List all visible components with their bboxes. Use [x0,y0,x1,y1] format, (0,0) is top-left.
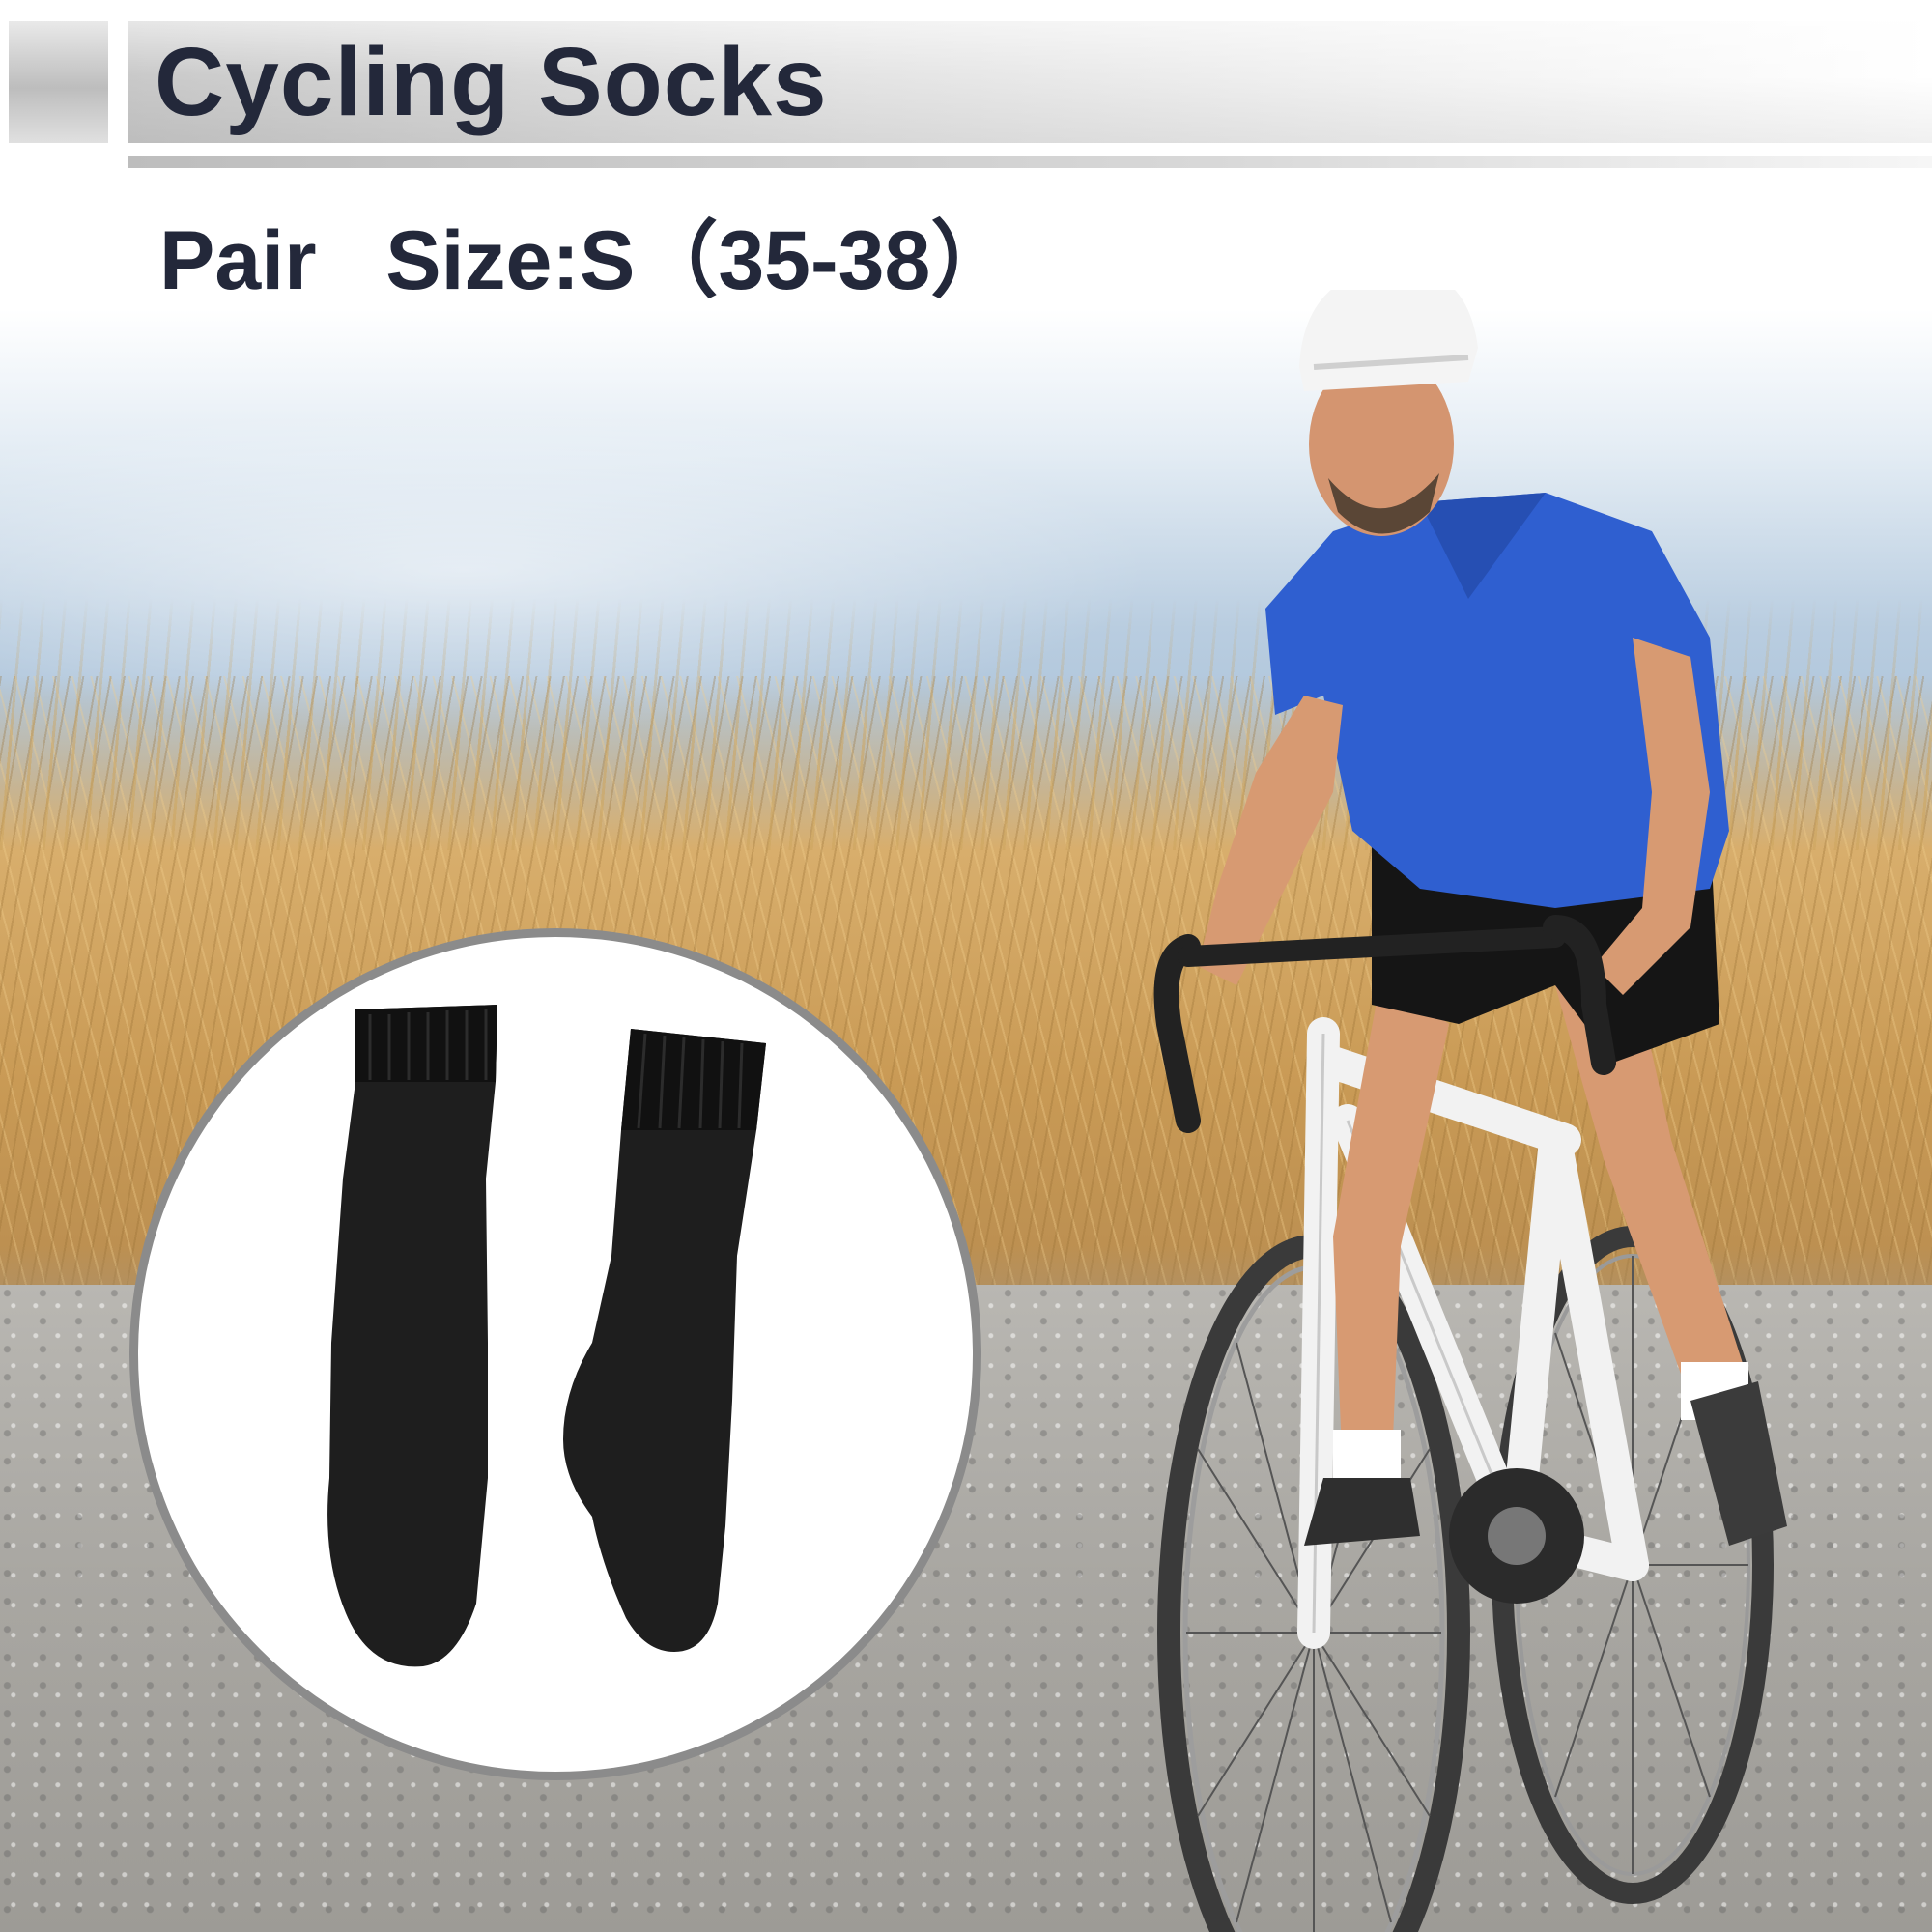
product-inset-circle [129,928,981,1780]
header-underline [128,156,1932,168]
size-label: Pair Size:S（35-38） [159,214,1014,307]
cyclist-on-bicycle [1153,290,1787,1932]
header-accent-block [9,21,108,143]
left-sock [327,1005,497,1667]
product-title: Cycling Socks [155,28,828,136]
black-socks-pair [327,1005,766,1667]
